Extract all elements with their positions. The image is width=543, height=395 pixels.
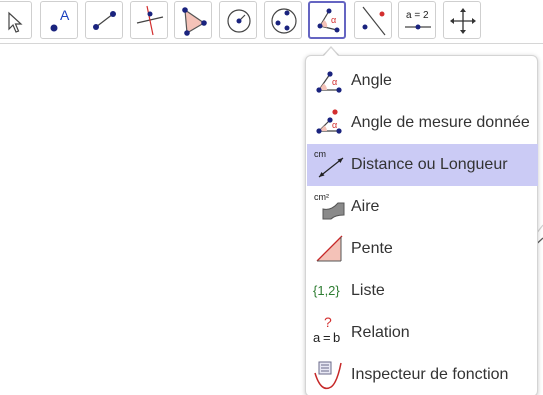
slope-icon xyxy=(313,233,345,265)
menu-item-label: Angle de mesure donnée xyxy=(351,114,530,131)
polygon-icon xyxy=(182,7,207,36)
menu-item-area[interactable]: cm² Aire xyxy=(307,186,538,228)
reflect-tool-button[interactable] xyxy=(354,1,392,39)
menu-item-distance[interactable]: cm Distance ou Longueur xyxy=(307,144,538,186)
alpha-label: α xyxy=(332,77,338,87)
menu-item-angle-fixed[interactable]: α Angle de mesure donnée xyxy=(307,102,538,144)
reflect-icon xyxy=(362,6,386,36)
alpha-label: α xyxy=(331,15,337,25)
relation-equals-label: = xyxy=(323,330,331,345)
menu-item-label: Distance ou Longueur xyxy=(351,156,508,173)
cursor-icon xyxy=(8,11,23,33)
point-label-a: A xyxy=(60,7,70,23)
menu-item-label: Aire xyxy=(351,198,380,215)
cm2-label: cm² xyxy=(314,192,329,202)
polygon-tool-button[interactable] xyxy=(174,1,212,39)
dropdown-arrow-inner xyxy=(323,48,339,57)
relation-b-label: b xyxy=(333,330,341,345)
function-inspector-icon xyxy=(313,359,345,391)
area-icon: cm² xyxy=(313,191,345,223)
menu-item-relation[interactable]: ? a = b Relation xyxy=(307,312,538,354)
menu-item-slope[interactable]: Pente xyxy=(307,228,538,270)
menu-item-label: Angle xyxy=(351,72,392,89)
perpendicular-icon xyxy=(136,5,164,36)
cm-label: cm xyxy=(314,149,326,159)
menu-item-label: Liste xyxy=(351,282,385,299)
menu-item-angle[interactable]: α Angle xyxy=(307,60,538,102)
circle-tool-button[interactable] xyxy=(219,1,257,39)
move-arrows-icon xyxy=(450,8,476,34)
relation-a-label: a xyxy=(313,330,321,345)
slider-label: a = 2 xyxy=(406,10,429,21)
slider-icon xyxy=(405,24,431,30)
menu-item-label: Pente xyxy=(351,240,393,257)
angle-tool-button[interactable]: α xyxy=(308,1,346,39)
point-tool-button[interactable]: A xyxy=(40,1,78,39)
distance-icon: cm xyxy=(313,149,345,181)
alpha-label: α xyxy=(332,120,338,130)
toolbar: A α a = 2 xyxy=(0,0,543,44)
graphics-view[interactable]: A α a = 2 α Angle α Angle de mesure donn… xyxy=(0,0,543,395)
perpendicular-tool-button[interactable] xyxy=(130,1,168,39)
menu-item-label: Inspecteur de fonction xyxy=(351,366,509,383)
move-tool-button[interactable] xyxy=(0,1,32,39)
menu-item-label: Relation xyxy=(351,324,410,341)
list-icon: {1,2} xyxy=(313,275,345,307)
angle-icon: α xyxy=(313,65,345,97)
menu-item-list[interactable]: {1,2} Liste xyxy=(307,270,538,312)
question-mark-label: ? xyxy=(324,314,332,330)
angle-fixed-icon: α xyxy=(313,107,345,139)
slider-tool-button[interactable]: a = 2 xyxy=(398,1,436,39)
menu-item-function-inspector[interactable]: Inspecteur de fonction xyxy=(307,354,538,395)
segment-tool-button[interactable] xyxy=(85,1,123,39)
circle-center-icon xyxy=(227,9,251,33)
angle-icon xyxy=(317,8,340,33)
move-view-tool-button[interactable] xyxy=(443,1,481,39)
tool-submenu: α Angle α Angle de mesure donnée cm Dist… xyxy=(305,55,538,395)
circle-three-points-tool-button[interactable] xyxy=(264,1,302,39)
list-braces-label: {1,2} xyxy=(313,283,340,298)
circle-three-points-icon xyxy=(271,8,297,34)
relation-icon: ? a = b xyxy=(313,314,345,349)
segment-icon xyxy=(93,11,116,30)
